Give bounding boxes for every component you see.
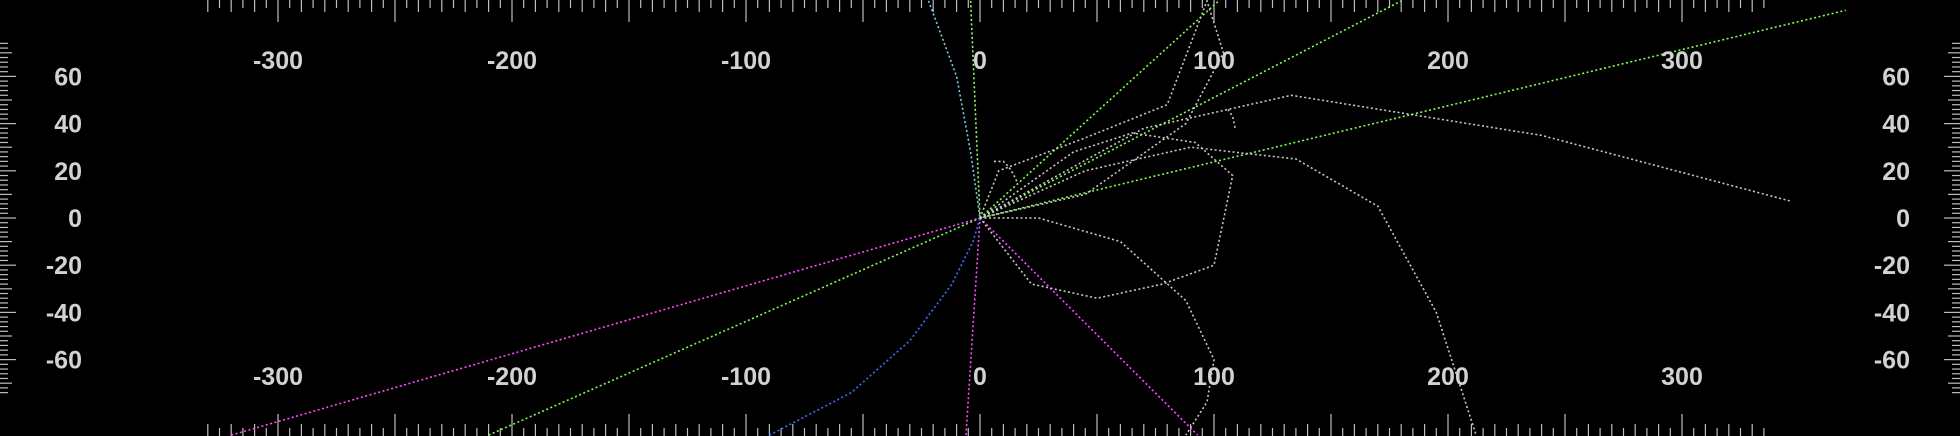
y-tick-label-right: 40 <box>1882 111 1910 139</box>
y-tick-label-right: 0 <box>1896 205 1910 233</box>
y-tick-label-right: 20 <box>1882 158 1910 186</box>
x-tick-label-top: -200 <box>487 47 537 75</box>
x-tick-label-top: -100 <box>721 47 771 75</box>
x-tick-label-top: -300 <box>253 47 303 75</box>
y-tick-label-right: -20 <box>1874 252 1910 280</box>
y-tick-label-left: 60 <box>54 63 82 91</box>
x-tick-label-bottom: 0 <box>973 363 987 391</box>
polar-plot: -300-300-200-200-100-1000010010020020030… <box>0 0 1960 436</box>
x-tick-label-top: 0 <box>973 47 987 75</box>
x-tick-label-bottom: -300 <box>253 363 303 391</box>
x-tick-label-top: 300 <box>1661 47 1703 75</box>
y-tick-label-left: -40 <box>46 299 82 327</box>
x-tick-label-bottom: -100 <box>721 363 771 391</box>
x-tick-label-bottom: 100 <box>1193 363 1235 391</box>
x-tick-label-top: 200 <box>1427 47 1469 75</box>
x-tick-label-bottom: 200 <box>1427 363 1469 391</box>
x-tick-label-bottom: -200 <box>487 363 537 391</box>
x-tick-label-top: 100 <box>1193 47 1235 75</box>
y-tick-label-left: 20 <box>54 158 82 186</box>
y-tick-label-right: -40 <box>1874 299 1910 327</box>
x-tick-label-bottom: 300 <box>1661 363 1703 391</box>
y-tick-label-right: 60 <box>1882 63 1910 91</box>
y-tick-label-left: -60 <box>46 347 82 375</box>
y-tick-label-left: 40 <box>54 111 82 139</box>
y-tick-label-right: -60 <box>1874 347 1910 375</box>
y-tick-label-left: -20 <box>46 252 82 280</box>
y-tick-label-left: 0 <box>68 205 82 233</box>
